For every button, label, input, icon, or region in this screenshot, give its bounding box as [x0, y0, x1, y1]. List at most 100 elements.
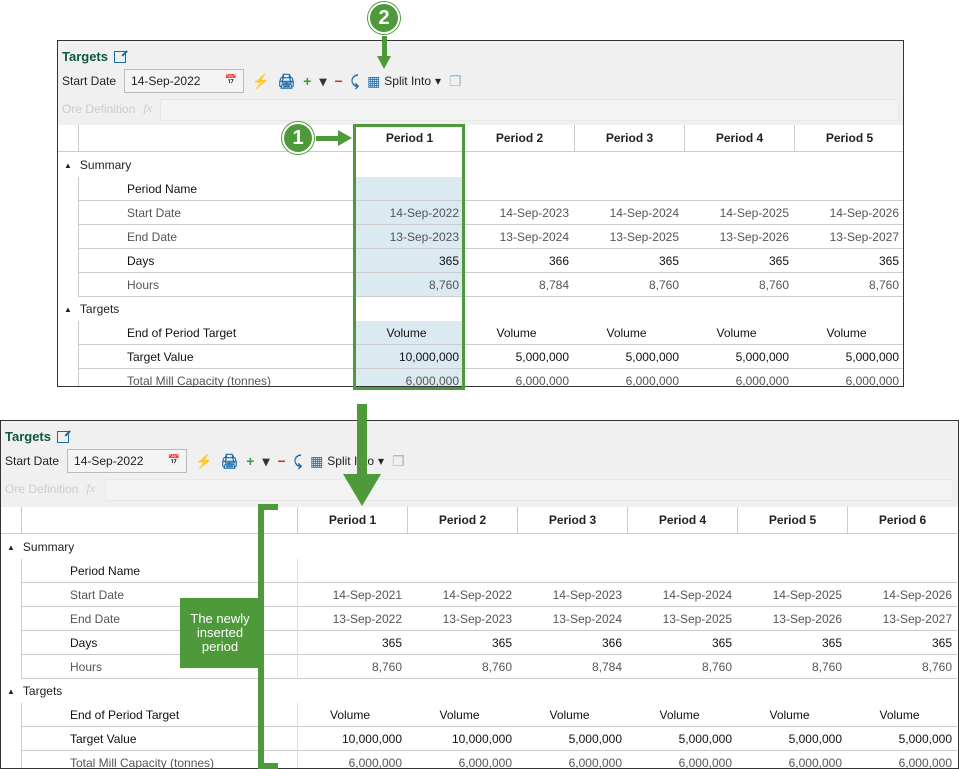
table-cell[interactable]: 5,000,000 [517, 727, 627, 751]
table-cell[interactable]: 13-Sep-2027 [847, 607, 957, 631]
table-cell[interactable]: 13-Sep-2025 [574, 225, 684, 249]
table-cell[interactable] [684, 177, 794, 201]
start-date-field[interactable]: 14-Sep-2022 📅 [124, 69, 245, 93]
table-cell[interactable]: 14-Sep-2023 [517, 583, 627, 607]
period-header[interactable]: Period 5 [737, 507, 847, 533]
table-cell[interactable]: 6,000,000 [574, 369, 684, 387]
table-cell[interactable]: 5,000,000 [574, 345, 684, 369]
table-cell[interactable]: 6,000,000 [684, 369, 794, 387]
table-cell[interactable]: 6,000,000 [297, 751, 407, 768]
period-header[interactable]: Period 4 [627, 507, 737, 533]
table-cell[interactable]: 8,760 [627, 655, 737, 679]
table-cell[interactable]: Volume [684, 321, 794, 345]
table-cell[interactable]: 5,000,000 [684, 345, 794, 369]
collapse-triangle-icon[interactable]: ▲ [7, 543, 15, 552]
table-cell[interactable]: 365 [574, 249, 684, 273]
collapse-triangle-icon[interactable]: ▲ [7, 687, 15, 696]
table-cell[interactable]: 14-Sep-2026 [847, 583, 957, 607]
table-cell[interactable]: 6,000,000 [794, 369, 903, 387]
split-into-button[interactable]: ▦ Split Into ▾ [310, 454, 384, 468]
table-cell[interactable]: 8,760 [737, 655, 847, 679]
table-cell[interactable]: 8,784 [464, 273, 574, 297]
table-cell[interactable]: 13-Sep-2025 [627, 607, 737, 631]
table-cell[interactable] [517, 559, 627, 583]
table-cell[interactable] [627, 559, 737, 583]
lightning-icon[interactable]: ⚡ [252, 74, 269, 88]
section-header-targets[interactable]: ▲ Targets [1, 679, 62, 703]
remove-icon[interactable]: − [277, 454, 285, 468]
period-header[interactable]: Period 6 [847, 507, 957, 533]
split-into-button[interactable]: ▦ Split Into ▾ [367, 74, 441, 88]
table-cell[interactable]: 365 [684, 249, 794, 273]
table-cell[interactable]: 14-Sep-2026 [794, 201, 903, 225]
section-header-summary[interactable]: ▲ Summary [1, 535, 74, 559]
remove-icon[interactable]: − [334, 74, 342, 88]
table-cell[interactable]: 6,000,000 [627, 751, 737, 769]
table-cell[interactable] [407, 559, 517, 583]
table-cell[interactable]: 13-Sep-2024 [517, 607, 627, 631]
lightning-icon[interactable]: ⚡ [195, 454, 212, 468]
table-cell[interactable]: 13-Sep-2024 [464, 225, 574, 249]
table-cell[interactable] [574, 177, 684, 201]
table-cell[interactable]: 365 [407, 631, 517, 655]
table-cell[interactable]: 5,000,000 [627, 727, 737, 751]
table-cell[interactable]: 14-Sep-2024 [627, 583, 737, 607]
table-cell[interactable]: 8,760 [847, 655, 957, 679]
table-cell[interactable]: 8,760 [684, 273, 794, 297]
table-cell[interactable]: 366 [517, 631, 627, 655]
table-cell[interactable]: 6,000,000 [407, 751, 517, 769]
calendar-icon[interactable]: 📅 [225, 76, 237, 86]
table-cell[interactable]: 14-Sep-2024 [574, 201, 684, 225]
table-cell[interactable]: 13-Sep-2023 [407, 607, 517, 631]
table-cell[interactable]: 5,000,000 [794, 345, 903, 369]
table-cell[interactable]: 10,000,000 [407, 727, 517, 751]
period-header[interactable]: Period 1 [297, 507, 407, 533]
formula-input[interactable] [160, 99, 899, 121]
table-cell[interactable]: 6,000,000 [847, 751, 957, 769]
table-cell[interactable]: 6,000,000 [464, 369, 574, 387]
dropdown-icon[interactable]: ▾ [319, 74, 326, 88]
insert-period-icon[interactable]: ⤹ [351, 74, 359, 88]
popout-icon[interactable] [114, 50, 126, 63]
table-cell[interactable]: 365 [737, 631, 847, 655]
table-cell[interactable]: 13-Sep-2022 [297, 607, 407, 631]
collapse-triangle-icon[interactable]: ▲ [64, 161, 72, 170]
table-cell[interactable]: Volume [737, 703, 847, 727]
table-cell[interactable]: Volume [407, 703, 517, 727]
table-cell[interactable]: 8,760 [407, 655, 517, 679]
table-cell[interactable]: Volume [297, 703, 407, 727]
add-icon[interactable]: + [246, 454, 254, 468]
table-cell[interactable]: 365 [794, 249, 903, 273]
section-header-summary[interactable]: ▲ Summary [58, 153, 131, 177]
table-cell[interactable]: 5,000,000 [464, 345, 574, 369]
table-cell[interactable]: 14-Sep-2023 [464, 201, 574, 225]
table-cell[interactable]: 365 [847, 631, 957, 655]
section-header-targets[interactable]: ▲ Targets [58, 297, 119, 321]
collapse-triangle-icon[interactable]: ▲ [64, 305, 72, 314]
table-cell[interactable]: Volume [847, 703, 957, 727]
period-header[interactable]: Period 2 [407, 507, 517, 533]
period-header[interactable]: Period 3 [517, 507, 627, 533]
period-header[interactable]: Period 3 [574, 125, 684, 151]
table-cell[interactable]: 13-Sep-2026 [684, 225, 794, 249]
period-header[interactable]: Period 2 [464, 125, 574, 151]
table-cell[interactable]: 366 [464, 249, 574, 273]
start-date-field[interactable]: 14-Sep-2022 📅 [67, 449, 188, 473]
add-icon[interactable]: + [303, 74, 311, 88]
table-cell[interactable]: Volume [574, 321, 684, 345]
table-cell[interactable] [464, 177, 574, 201]
table-cell[interactable]: Volume [794, 321, 903, 345]
table-cell[interactable]: 13-Sep-2026 [737, 607, 847, 631]
table-cell[interactable] [297, 559, 407, 583]
table-cell[interactable]: 8,760 [794, 273, 903, 297]
copy-icon[interactable]: ❐ [449, 74, 462, 88]
table-cell[interactable]: 5,000,000 [737, 727, 847, 751]
table-cell[interactable]: 14-Sep-2022 [407, 583, 517, 607]
table-cell[interactable]: Volume [464, 321, 574, 345]
print-icon[interactable]: 🖨 [220, 454, 238, 468]
table-cell[interactable]: 14-Sep-2025 [684, 201, 794, 225]
table-cell[interactable]: 5,000,000 [847, 727, 957, 751]
table-cell[interactable] [794, 177, 903, 201]
period-header[interactable]: Period 5 [794, 125, 903, 151]
calendar-icon[interactable]: 📅 [168, 456, 180, 466]
